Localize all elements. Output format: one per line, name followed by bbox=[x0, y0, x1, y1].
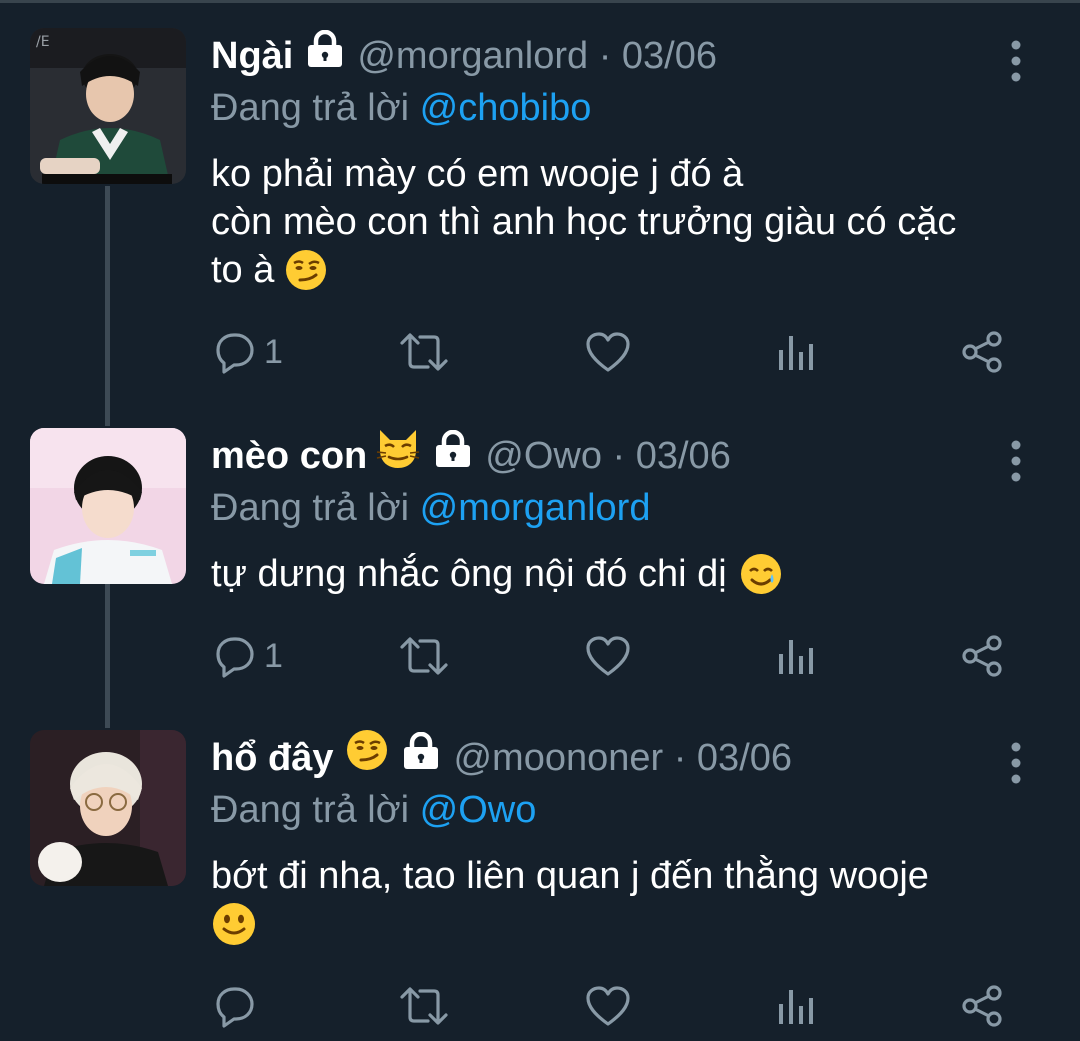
share-button[interactable] bbox=[960, 628, 1006, 684]
display-name[interactable]: hổ đây bbox=[211, 730, 333, 786]
reply-icon bbox=[216, 987, 254, 1028]
avatar[interactable] bbox=[30, 730, 186, 886]
reply-icon bbox=[216, 637, 254, 678]
retweet-button[interactable] bbox=[398, 978, 450, 1034]
more-options-icon[interactable] bbox=[1004, 436, 1028, 486]
smirk-emoji bbox=[284, 248, 328, 292]
tweet-text-line: tự dưng nhắc ông nội đó chi dị bbox=[211, 550, 1041, 598]
display-name[interactable]: Ngài bbox=[211, 28, 293, 84]
tweet-actions bbox=[212, 978, 1012, 1034]
tweet-text-fragment: tự dưng nhắc ông nội đó chi dị bbox=[211, 553, 727, 595]
reply-button[interactable] bbox=[212, 978, 264, 1034]
reply-context: Đang trả lời @Owo bbox=[211, 786, 1041, 834]
tweet-actions: 1 bbox=[212, 628, 1012, 684]
reply-count: 1 bbox=[264, 636, 283, 675]
like-button[interactable] bbox=[584, 978, 632, 1034]
handle-date[interactable]: @morganlord · 03/06 bbox=[357, 28, 717, 84]
analytics-icon bbox=[779, 640, 813, 674]
reply-button[interactable]: 1 bbox=[212, 324, 283, 380]
heart-icon bbox=[586, 986, 630, 1026]
handle-date[interactable]: @moononer · 03/06 bbox=[453, 730, 792, 786]
reply-mention-link[interactable]: @Owo bbox=[420, 789, 537, 831]
tweet[interactable]: mèo con @Owo · 03/06 Đang trả lời @morga… bbox=[0, 428, 1080, 688]
share-button[interactable] bbox=[960, 978, 1006, 1034]
smirk-emoji bbox=[345, 728, 389, 788]
lock-icon bbox=[433, 428, 473, 484]
lock-icon bbox=[305, 28, 345, 84]
tweet-text-line: còn mèo con thì anh học trưởng giàu có c… bbox=[211, 201, 957, 243]
tweet-text: ko phải mày có em wooje j đó à còn mèo c… bbox=[211, 150, 1041, 294]
reply-prefix: Đang trả lời bbox=[211, 87, 410, 129]
smiling-tear-emoji bbox=[739, 552, 783, 596]
retweet-icon bbox=[400, 333, 448, 371]
avatar[interactable]: /E bbox=[30, 28, 186, 184]
heart-icon bbox=[586, 332, 630, 372]
reply-button[interactable]: 1 bbox=[212, 628, 283, 684]
tweet-text-line bbox=[211, 900, 1041, 948]
lock-icon bbox=[401, 730, 441, 786]
tweet[interactable]: /E Ngài @morganlord · 03/06 Đang trả lời… bbox=[0, 28, 1080, 388]
analytics-button[interactable] bbox=[776, 628, 816, 684]
reply-context: Đang trả lời @chobibo bbox=[211, 84, 1041, 132]
tweet-text: bớt đi nha, tao liên quan j đến thằng wo… bbox=[211, 852, 1041, 948]
cat-emoji bbox=[375, 426, 421, 486]
reply-mention-link[interactable]: @chobibo bbox=[420, 87, 592, 129]
like-button[interactable] bbox=[584, 324, 632, 380]
analytics-button[interactable] bbox=[776, 978, 816, 1034]
tweet-text-line: ko phải mày có em wooje j đó à bbox=[211, 153, 744, 195]
heart-icon bbox=[586, 636, 630, 676]
reply-context: Đang trả lời @morganlord bbox=[211, 484, 1041, 532]
slight-smile-emoji bbox=[211, 901, 257, 947]
retweet-button[interactable] bbox=[398, 324, 450, 380]
tweet[interactable]: hổ đây @moononer · 03/06 Đang trả lời @O… bbox=[0, 730, 1080, 1041]
reply-mention-link[interactable]: @morganlord bbox=[420, 487, 651, 529]
analytics-icon bbox=[779, 990, 813, 1024]
share-button[interactable] bbox=[960, 324, 1006, 380]
tweet-text-line: bớt đi nha, tao liên quan j đến thằng wo… bbox=[211, 855, 929, 897]
display-name[interactable]: mèo con bbox=[211, 428, 367, 484]
more-options-icon[interactable] bbox=[1004, 36, 1028, 86]
reply-count: 1 bbox=[264, 332, 283, 371]
handle-date[interactable]: @Owo · 03/06 bbox=[485, 428, 731, 484]
share-icon bbox=[962, 985, 1002, 1027]
analytics-button[interactable] bbox=[776, 324, 816, 380]
reply-prefix: Đang trả lời bbox=[211, 487, 410, 529]
svg-text:/E: /E bbox=[36, 34, 50, 50]
retweet-icon bbox=[400, 987, 448, 1025]
share-icon bbox=[962, 331, 1002, 373]
reply-icon bbox=[216, 333, 254, 374]
avatar[interactable] bbox=[30, 428, 186, 584]
share-icon bbox=[962, 635, 1002, 677]
retweet-button[interactable] bbox=[398, 628, 450, 684]
reply-prefix: Đang trả lời bbox=[211, 789, 410, 831]
tweet-text: tự dưng nhắc ông nội đó chi dị bbox=[211, 550, 1041, 598]
analytics-icon bbox=[779, 336, 813, 370]
tweet-actions: 1 bbox=[212, 324, 1012, 380]
tweet-text-fragment: to à bbox=[211, 249, 275, 291]
top-divider bbox=[0, 0, 1080, 3]
retweet-icon bbox=[400, 637, 448, 675]
tweet-text-line: to à bbox=[211, 246, 1041, 294]
more-options-icon[interactable] bbox=[1004, 738, 1028, 788]
like-button[interactable] bbox=[584, 628, 632, 684]
